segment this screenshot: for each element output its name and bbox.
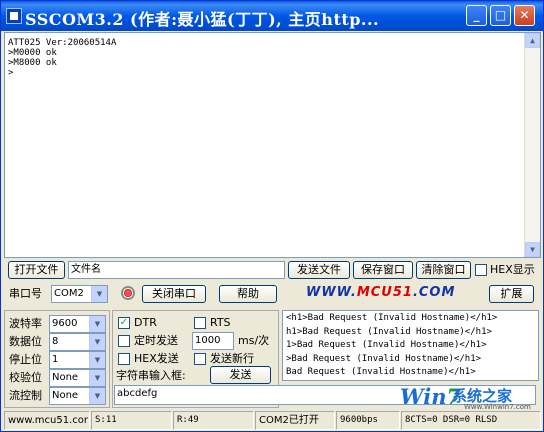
watermark-url: Www.Winwin7.com (464, 403, 531, 411)
rts-checkbox[interactable] (194, 317, 206, 329)
hex-send-label: HEX发送 (134, 352, 179, 365)
receive-line: 1>Bad Request (Invalid Hostname)</h1> (286, 340, 487, 350)
scroll-up-arrow-icon[interactable]: ▲ (525, 33, 540, 48)
databits-label: 数据位 (9, 335, 42, 348)
input-label: 字符串输入框: (116, 369, 186, 382)
close-button[interactable]: ✕ (514, 5, 535, 26)
parity-select[interactable]: None ▼ (49, 369, 106, 387)
hex-display-checkbox[interactable] (475, 264, 487, 276)
hex-send-checkbox[interactable] (118, 353, 130, 365)
baud-select[interactable]: 9600 ▼ (49, 315, 106, 333)
parity-value: None (52, 372, 79, 383)
watermark-w: Win (400, 384, 447, 409)
port-label: 串口号 (9, 287, 42, 300)
minimize-button[interactable]: _ (466, 5, 487, 26)
port-value: COM2 (54, 288, 84, 299)
output-line: ATT025 Ver:20060514A (8, 38, 117, 48)
save-window-button[interactable]: 保存窗口 (353, 261, 413, 279)
timed-send-label: 定时发送 (134, 334, 178, 347)
baud-label: 波特率 (9, 317, 42, 330)
status-lines: 8CTS=0 DSR=0 RLSD (401, 411, 541, 430)
stopbits-select[interactable]: 1 ▼ (49, 351, 106, 369)
port-status-light-icon (121, 286, 135, 300)
receive-preview: <h1>Bad Request (Invalid Hostname)</h1> … (282, 310, 539, 381)
output-line: >M0000 ok (8, 48, 57, 58)
chevron-down-icon[interactable]: ▼ (89, 388, 105, 404)
logo-prefix: WWW. (306, 285, 357, 300)
status-site: www.mcu51.cor (4, 411, 90, 430)
status-port-state: COM2已打开 (255, 411, 335, 430)
chevron-down-icon[interactable]: ▼ (89, 370, 105, 386)
logo-brand: MCU51 (356, 285, 413, 300)
output-line: >M8000 ok (8, 58, 57, 68)
chevron-down-icon[interactable]: ▼ (89, 334, 105, 350)
app-icon[interactable] (6, 8, 22, 24)
chevron-down-icon[interactable]: ▼ (91, 286, 107, 302)
receive-line: h1>Bad Request (Invalid Hostname)</h1> (286, 326, 492, 337)
app-window: SSCOM3.2 (作者:聂小猛(丁丁), 主页http... _ □ ✕ AT… (0, 0, 544, 432)
receive-line: >Bad Request (Invalid Hostname)</h1> (286, 353, 482, 364)
output-line: > (8, 68, 14, 78)
chevron-down-icon[interactable]: ▼ (89, 352, 105, 368)
parity-label: 校验位 (9, 371, 42, 384)
dtr-label: DTR (134, 316, 157, 329)
maximize-button[interactable]: □ (490, 5, 511, 26)
receive-line: <h1>Bad Request (Invalid Hostname)</h1> (286, 313, 498, 323)
logo-suffix: .COM (412, 285, 456, 300)
databits-value: 8 (52, 336, 59, 347)
flow-label: 流控制 (9, 389, 42, 402)
status-received: R:49 (173, 411, 254, 430)
close-port-button[interactable]: 关闭串口 (142, 285, 206, 303)
send-newline-label: 发送新行 (210, 352, 254, 365)
interval-unit: ms/次 (238, 334, 270, 347)
receive-line: Bad Request (Invalid Hostname)</h1> (286, 367, 476, 377)
receive-output-area[interactable]: ATT025 Ver:20060514A >M0000 ok >M8000 ok… (4, 32, 541, 258)
help-button[interactable]: 帮助 (219, 285, 277, 303)
output-scrollbar[interactable]: ▲ ▼ (524, 33, 540, 257)
flow-select[interactable]: None ▼ (49, 387, 106, 405)
port-select[interactable]: COM2 ▼ (51, 285, 108, 303)
status-bar: www.mcu51.cor S:11 R:49 COM2已打开 9600bps … (4, 411, 541, 430)
status-baud: 9600bps (336, 411, 400, 430)
chevron-down-icon[interactable]: ▼ (89, 316, 105, 332)
rts-label: RTS (210, 316, 231, 329)
clear-window-button[interactable]: 清除窗口 (416, 261, 471, 279)
dtr-checkbox[interactable]: ✓ (118, 317, 130, 329)
send-button[interactable]: 发送 (210, 366, 271, 384)
stopbits-value: 1 (52, 354, 59, 365)
send-file-button[interactable]: 发送文件 (288, 261, 350, 279)
mcu51-logo[interactable]: WWW.MCU51.COM (306, 285, 455, 300)
baud-value: 9600 (52, 318, 78, 329)
open-file-button[interactable]: 打开文件 (8, 261, 65, 279)
expand-button[interactable]: 扩展 (489, 285, 534, 303)
title-bar[interactable]: SSCOM3.2 (作者:聂小猛(丁丁), 主页http... _ □ ✕ (1, 1, 543, 31)
file-name-field[interactable]: 文件名 (68, 261, 285, 279)
stopbits-label: 停止位 (9, 353, 42, 366)
window-title: SSCOM3.2 (作者:聂小猛(丁丁), 主页http... (25, 10, 380, 29)
send-newline-checkbox[interactable] (194, 353, 206, 365)
win7-watermark: Win7 系统之家 Www.Winwin7.com (396, 381, 542, 411)
flow-value: None (52, 390, 79, 401)
hex-display-label: HEX显示 (490, 263, 535, 276)
status-sent: S:11 (91, 411, 172, 430)
scroll-down-arrow-icon[interactable]: ▼ (525, 242, 540, 257)
databits-select[interactable]: 8 ▼ (49, 333, 106, 351)
interval-input[interactable]: 1000 (192, 332, 234, 350)
timed-send-checkbox[interactable] (118, 335, 130, 347)
